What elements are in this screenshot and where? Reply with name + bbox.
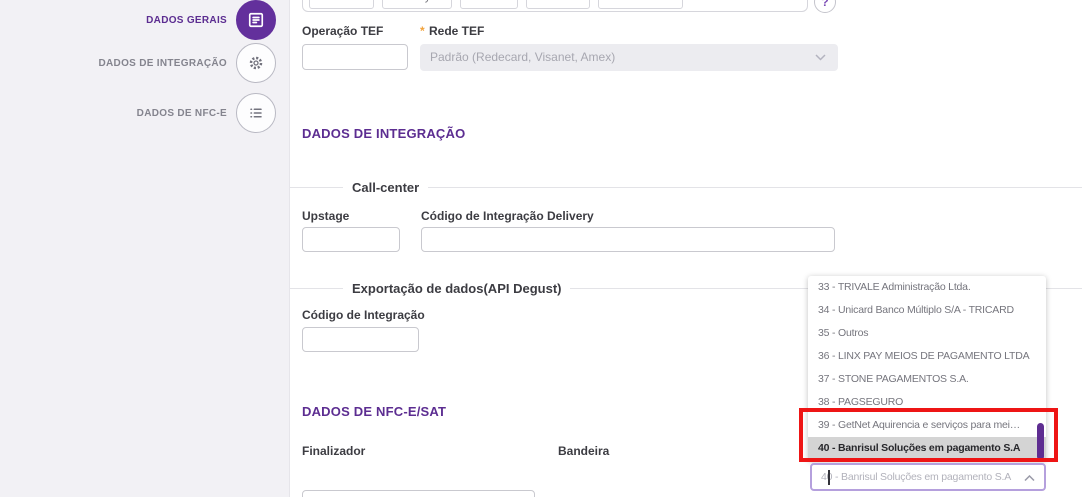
- dropdown-scrollbar-thumb[interactable]: [1037, 423, 1044, 460]
- dropdown-option[interactable]: 35 - Outros: [808, 322, 1046, 345]
- sidebar-item-dados-nfce[interactable]: DADOS DE NFC-E: [137, 93, 276, 133]
- dropdown-option[interactable]: 39 - GetNet Aquirencia e serviços para m…: [808, 414, 1046, 437]
- operacao-tef-input[interactable]: [302, 44, 408, 70]
- tag-chip[interactable]: Balcão ×: [309, 0, 374, 9]
- dropdown-option[interactable]: 37 - STONE PAGAMENTOS S.A.: [808, 368, 1046, 391]
- sidebar-item-label: DADOS GERAIS: [146, 14, 227, 26]
- tef-network-combobox[interactable]: 40 - Banrisul Soluções em pagamento S.A: [810, 463, 1046, 491]
- sidebar-item-label: DADOS DE NFC-E: [136, 107, 227, 119]
- chip-remove-icon[interactable]: ×: [358, 0, 365, 8]
- bandeira-label: Bandeira: [558, 444, 610, 458]
- section-title-integracao: DADOS DE INTEGRAÇÃO: [302, 126, 466, 141]
- gear-icon[interactable]: [236, 43, 276, 83]
- callcenter-legend: Call-center: [343, 180, 429, 195]
- exportacao-legend: Exportação de dados(API Degust): [343, 281, 571, 296]
- tag-chip-label: Balcão: [318, 0, 352, 8]
- sale-types-tags-field[interactable]: Balcão × Delivery × Mesa × Cartão × NF M…: [302, 0, 808, 12]
- sidebar-item-label: DADOS DE INTEGRAÇÃO: [98, 57, 227, 69]
- dropdown-option-selected[interactable]: 40 - Banrisul Soluções em pagamento S.A: [808, 437, 1046, 460]
- codigo-integracao-label: Código de Integração: [302, 308, 425, 322]
- finalizador-select[interactable]: [302, 490, 535, 497]
- tef-network-dropdown: 33 - TRIVALE Administração Ltda. 34 - Un…: [808, 276, 1046, 461]
- main-content: Balcão × Delivery × Mesa × Cartão × NF M…: [290, 0, 1082, 497]
- tag-chip-label: NF Manual: [607, 0, 661, 8]
- text-caret: [828, 470, 830, 485]
- dropdown-option[interactable]: 38 - PAGSEGURO: [808, 391, 1046, 414]
- sidebar-item-dados-integracao[interactable]: DADOS DE INTEGRAÇÃO: [99, 43, 276, 83]
- tag-chip[interactable]: Mesa ×: [460, 0, 519, 9]
- help-icon[interactable]: ?: [814, 0, 836, 13]
- upstage-label: Upstage: [302, 209, 350, 223]
- chevron-up-icon: [1024, 475, 1035, 482]
- page: DADOS GERAIS DADOS DE INTEGRAÇÃO DADOS D…: [0, 0, 1082, 497]
- sidebar-item-dados-gerais[interactable]: DADOS GERAIS: [146, 0, 276, 40]
- section-title-nfce: DADOS DE NFC-E/SAT: [302, 404, 447, 419]
- tag-chip-label: Cartão: [535, 0, 568, 8]
- chevron-down-icon: [815, 54, 826, 61]
- tag-chip-label: Delivery: [391, 0, 431, 8]
- dropdown-option[interactable]: 36 - LINX PAY MEIOS DE PAGAMENTO LTDA: [808, 345, 1046, 368]
- chip-remove-icon[interactable]: ×: [574, 0, 581, 8]
- required-marker: *: [420, 24, 425, 38]
- sidebar: DADOS GERAIS DADOS DE INTEGRAÇÃO DADOS D…: [0, 0, 290, 497]
- rede-tef-value: Padrão (Redecard, Visanet, Amex): [430, 50, 616, 64]
- upstage-input[interactable]: [302, 227, 400, 252]
- dropdown-option[interactable]: 34 - Unicard Banco Múltiplo S/A - TRICAR…: [808, 299, 1046, 322]
- rede-tef-select: Padrão (Redecard, Visanet, Amex): [420, 44, 838, 71]
- codigo-integracao-delivery-input[interactable]: [421, 227, 835, 252]
- chip-remove-icon[interactable]: ×: [502, 0, 509, 8]
- rede-tef-label: Rede TEF: [429, 24, 485, 38]
- codigo-integracao-delivery-label: Código de Integração Delivery: [421, 209, 594, 223]
- operacao-tef-label: Operação TEF: [302, 24, 384, 38]
- chip-remove-icon[interactable]: ×: [667, 0, 674, 8]
- tag-chip[interactable]: Delivery ×: [381, 0, 453, 9]
- form-icon[interactable]: [236, 0, 276, 40]
- chip-remove-icon[interactable]: ×: [436, 0, 443, 8]
- tag-chip[interactable]: NF Manual ×: [598, 0, 684, 9]
- finalizador-label: Finalizador: [302, 444, 366, 458]
- combobox-value: 40 - Banrisul Soluções em pagamento S.A: [821, 471, 1012, 483]
- codigo-integracao-input[interactable]: [302, 327, 419, 352]
- tag-chip[interactable]: Cartão ×: [526, 0, 591, 9]
- tag-chip-label: Mesa: [469, 0, 496, 8]
- list-icon[interactable]: [236, 93, 276, 133]
- dropdown-option[interactable]: 33 - TRIVALE Administração Ltda.: [808, 276, 1046, 299]
